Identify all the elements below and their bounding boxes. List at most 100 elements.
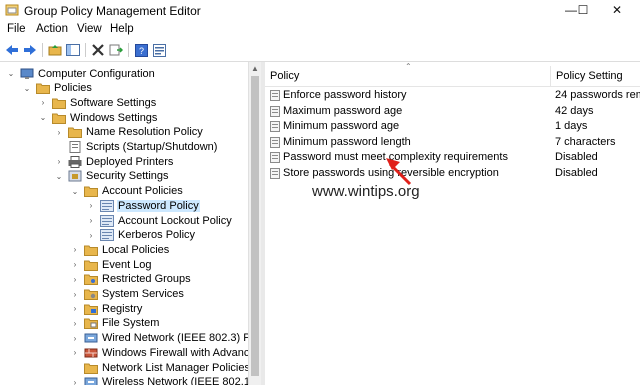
tree-item[interactable]: ⌄ Windows Settings [38,110,158,125]
tree-item[interactable]: › Event Log [70,257,153,272]
tree-item[interactable]: › Local Policies [70,242,170,257]
tree-item-label: File System [102,317,160,330]
no-expander [70,363,80,373]
policy-setting-icon [270,136,280,148]
tree-item[interactable]: › Registry [70,301,143,316]
collapse-chevron-icon[interactable]: ⌄ [22,83,32,93]
folder-icon [84,362,98,374]
expand-chevron-icon[interactable]: › [86,230,96,240]
tree-item[interactable]: Network List Manager Policies [70,360,248,375]
show-hide-tree-icon[interactable] [65,42,81,58]
tree-item[interactable]: ⌄ Security Settings [54,169,170,184]
policy-row[interactable]: Minimum password age 1 days [265,119,640,134]
tree-item[interactable]: › System Services [70,287,185,302]
policy-setting-icon [270,121,280,132]
computer-icon [20,68,34,80]
menu-action[interactable]: Action [36,23,68,35]
policy-list: ⌃ Policy Policy Setting Enforce password… [265,62,640,385]
menu-view[interactable]: View [77,23,102,35]
tree-item[interactable]: ⌄ Computer Configuration [6,66,156,81]
collapse-chevron-icon[interactable]: ⌄ [38,113,48,123]
toolbar: ? [0,39,640,62]
scroll-up-icon[interactable]: ▲ [251,64,259,73]
script-icon [68,141,82,153]
policy-row[interactable]: Maximum password age 42 days [265,104,640,119]
tree-item[interactable]: › Wired Network (IEEE 802.3) Policie [70,331,248,346]
menu-file[interactable]: File [7,23,26,35]
tree-item-label: Policies [54,82,92,95]
tree-scrollbar[interactable]: ▲ [248,62,261,385]
policy-setting-value: 24 passwords remer [555,89,640,101]
tree-item-label: Software Settings [70,96,157,109]
expand-chevron-icon[interactable]: › [86,216,96,226]
expand-chevron-icon[interactable]: › [70,304,80,314]
policy-row[interactable]: Minimum password length 7 characters [265,135,640,150]
tree-item[interactable]: › Password Policy [86,198,200,213]
expand-chevron-icon[interactable]: › [70,318,80,328]
tree-item[interactable]: › Account Lockout Policy [86,213,233,228]
tree-item[interactable]: › Software Settings [38,95,157,110]
scroll-thumb[interactable] [251,76,259,376]
tree-item[interactable]: › Wireless Network (IEEE 802.11) Pol [70,375,248,385]
close-button[interactable]: ✕ [594,0,640,20]
expand-chevron-icon[interactable]: › [86,201,96,211]
tree-item[interactable]: › File System [70,316,160,331]
folder-icon [52,97,66,109]
tree-item-label: Windows Settings [70,111,158,124]
column-header-policy[interactable]: Policy [270,70,299,82]
tree-item[interactable]: › Deployed Printers [54,154,174,169]
folder-icon [36,82,50,95]
collapse-chevron-icon[interactable]: ⌄ [54,171,64,181]
tree-item[interactable]: ⌄ Account Policies [70,184,184,199]
expand-chevron-icon[interactable]: › [70,348,80,358]
expand-chevron-icon[interactable]: › [38,98,48,108]
security-icon [68,170,82,182]
expand-chevron-icon[interactable]: › [70,289,80,299]
folder-icon [84,259,98,271]
policy-setting-icon [270,90,280,101]
tree-item[interactable]: › Windows Firewall with Advanced S [70,345,248,360]
no-expander [54,142,64,152]
up-icon[interactable] [47,42,63,58]
policy-setting-value: 1 days [555,120,588,132]
tree-item-label: Windows Firewall with Advanced S [102,346,248,359]
policy-row[interactable]: Password must meet complexity requiremen… [265,150,640,165]
expand-chevron-icon[interactable]: › [70,260,80,270]
tree-item-label: Account Lockout Policy [118,214,232,227]
menu-help[interactable]: Help [110,23,134,35]
export-icon[interactable] [108,42,124,58]
expand-chevron-icon[interactable]: › [54,127,64,137]
tree-item-label: Registry [102,302,143,315]
policy-row[interactable]: Store passwords using reversible encrypt… [265,166,640,181]
tree-item[interactable]: ⌄ Policies [22,81,93,96]
back-icon[interactable] [4,42,20,58]
expand-chevron-icon[interactable]: › [70,245,80,255]
expand-chevron-icon[interactable]: › [70,333,80,343]
properties-icon[interactable] [151,42,167,58]
printer-icon [68,155,82,168]
expand-chevron-icon[interactable]: › [70,274,80,284]
policy-row[interactable]: Enforce password history 24 passwords rem… [265,88,640,103]
tree-item-label: Wireless Network (IEEE 802.11) Pol [102,376,248,385]
group-icon [84,273,98,286]
app-icon [5,4,19,16]
network-icon [84,376,98,385]
forward-icon[interactable] [22,42,38,58]
expand-chevron-icon[interactable]: › [54,157,64,167]
collapse-chevron-icon[interactable]: ⌄ [6,69,16,79]
column-header-policy-setting[interactable]: Policy Setting [556,70,623,82]
delete-icon[interactable] [90,42,106,58]
policy-icon [100,214,114,227]
tree-item[interactable]: Scripts (Startup/Shutdown) [54,140,218,155]
help-icon[interactable]: ? [133,42,149,58]
tree-item-label: Scripts (Startup/Shutdown) [86,141,218,153]
expand-chevron-icon[interactable]: › [70,377,80,385]
folder-icon [84,244,98,256]
folder-icon [84,185,98,198]
tree-item[interactable]: › Kerberos Policy [86,228,196,243]
tree-item[interactable]: › Name Resolution Policy [54,125,204,140]
tree-item[interactable]: › Restricted Groups [70,272,192,287]
tree-item-label: Computer Configuration [38,67,155,80]
policy-name: Minimum password length [283,135,411,148]
collapse-chevron-icon[interactable]: ⌄ [70,186,80,196]
